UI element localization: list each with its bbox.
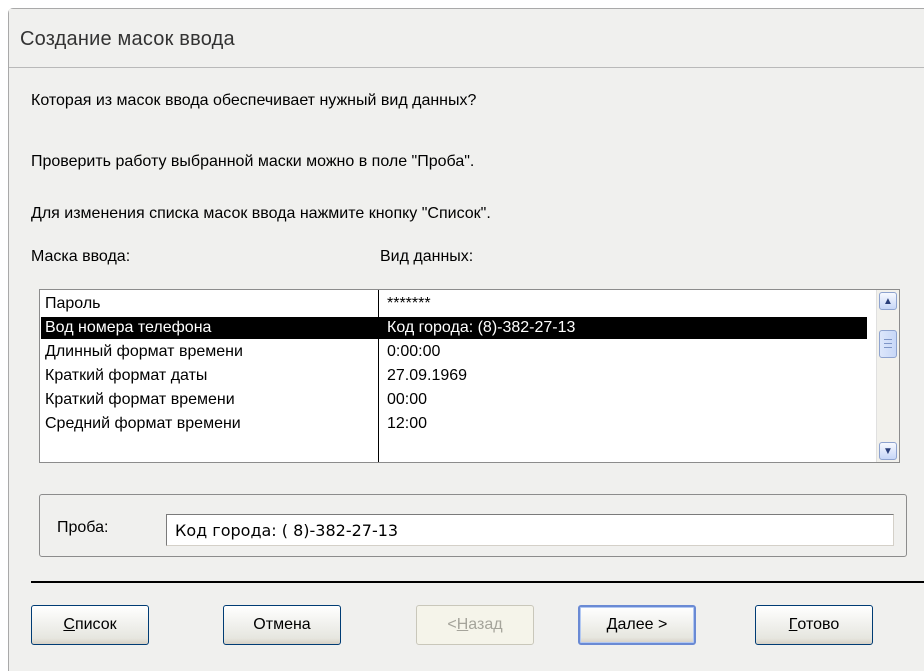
list-button-label: писок <box>74 616 117 633</box>
separator <box>31 581 924 583</box>
data-view: 12:00 <box>387 415 428 432</box>
data-view: ******* <box>387 295 431 312</box>
finish-button-accel: Г <box>788 616 798 633</box>
scroll-thumb[interactable] <box>879 330 897 358</box>
column-header-mask: Маска ввода: <box>31 248 131 265</box>
input-mask-list[interactable]: Пароль ******* Вод номера телефона Код г… <box>39 289 900 463</box>
back-button-label: азад <box>468 616 503 633</box>
cancel-button-label: Отмена <box>253 616 311 633</box>
mask-name: Средний формат времени <box>45 415 241 432</box>
list-button[interactable]: Список <box>31 605 149 645</box>
finish-button[interactable]: Готово <box>755 605 873 645</box>
window-title: Создание масок ввода <box>20 28 235 50</box>
mask-name: Длинный формат времени <box>45 343 243 360</box>
wizard-header: Создание масок ввода <box>9 9 924 68</box>
mask-name: Краткий формат времени <box>45 391 235 408</box>
vertical-scrollbar[interactable]: ▲ ▼ <box>876 290 899 462</box>
scroll-down-icon[interactable]: ▼ <box>879 442 897 460</box>
list-item[interactable]: Краткий формат даты 27.09.1969 <box>41 365 867 387</box>
next-button-accel: Д <box>606 616 618 633</box>
column-header-view: Вид данных: <box>380 248 474 265</box>
list-item[interactable]: Пароль ******* <box>41 293 867 315</box>
mask-name: Пароль <box>45 295 101 312</box>
scroll-up-icon[interactable]: ▲ <box>879 292 897 310</box>
list-button-accel: С <box>63 616 75 633</box>
list-item[interactable]: Краткий формат времени 00:00 <box>41 389 867 411</box>
mask-name: Вод номера телефона <box>45 319 212 336</box>
list-item-selected[interactable]: Вод номера телефона Код города: (8)-382-… <box>41 317 867 339</box>
next-button[interactable]: Далее > <box>578 605 696 645</box>
instruction-probe-hint: Проверить работу выбранной маски можно в… <box>31 153 475 170</box>
cancel-button[interactable]: Отмена <box>223 605 341 645</box>
list-item[interactable]: Средний формат времени 12:00 <box>41 413 867 435</box>
list-item[interactable]: Длинный формат времени 0:00:00 <box>41 341 867 363</box>
data-view: 00:00 <box>387 391 428 408</box>
data-view: Код города: (8)-382-27-13 <box>387 319 576 336</box>
back-button-accel: Н <box>456 616 469 633</box>
probe-label: Проба: <box>57 519 109 536</box>
probe-input[interactable] <box>166 514 894 546</box>
instruction-question: Которая из масок ввода обеспечивает нужн… <box>31 92 477 109</box>
probe-group: Проба: <box>39 494 907 557</box>
next-button-label: алее > <box>617 616 668 633</box>
back-button-prefix: < <box>447 616 457 633</box>
data-view: 27.09.1969 <box>387 367 468 384</box>
mask-name: Краткий формат даты <box>45 367 208 384</box>
instruction-list-hint: Для изменения списка масок ввода нажмите… <box>31 205 491 222</box>
finish-button-label: отово <box>797 616 840 633</box>
back-button[interactable]: < Назад <box>416 605 534 645</box>
input-mask-wizard-window: Создание масок ввода Которая из масок вв… <box>8 8 924 671</box>
data-view: 0:00:00 <box>387 343 441 360</box>
